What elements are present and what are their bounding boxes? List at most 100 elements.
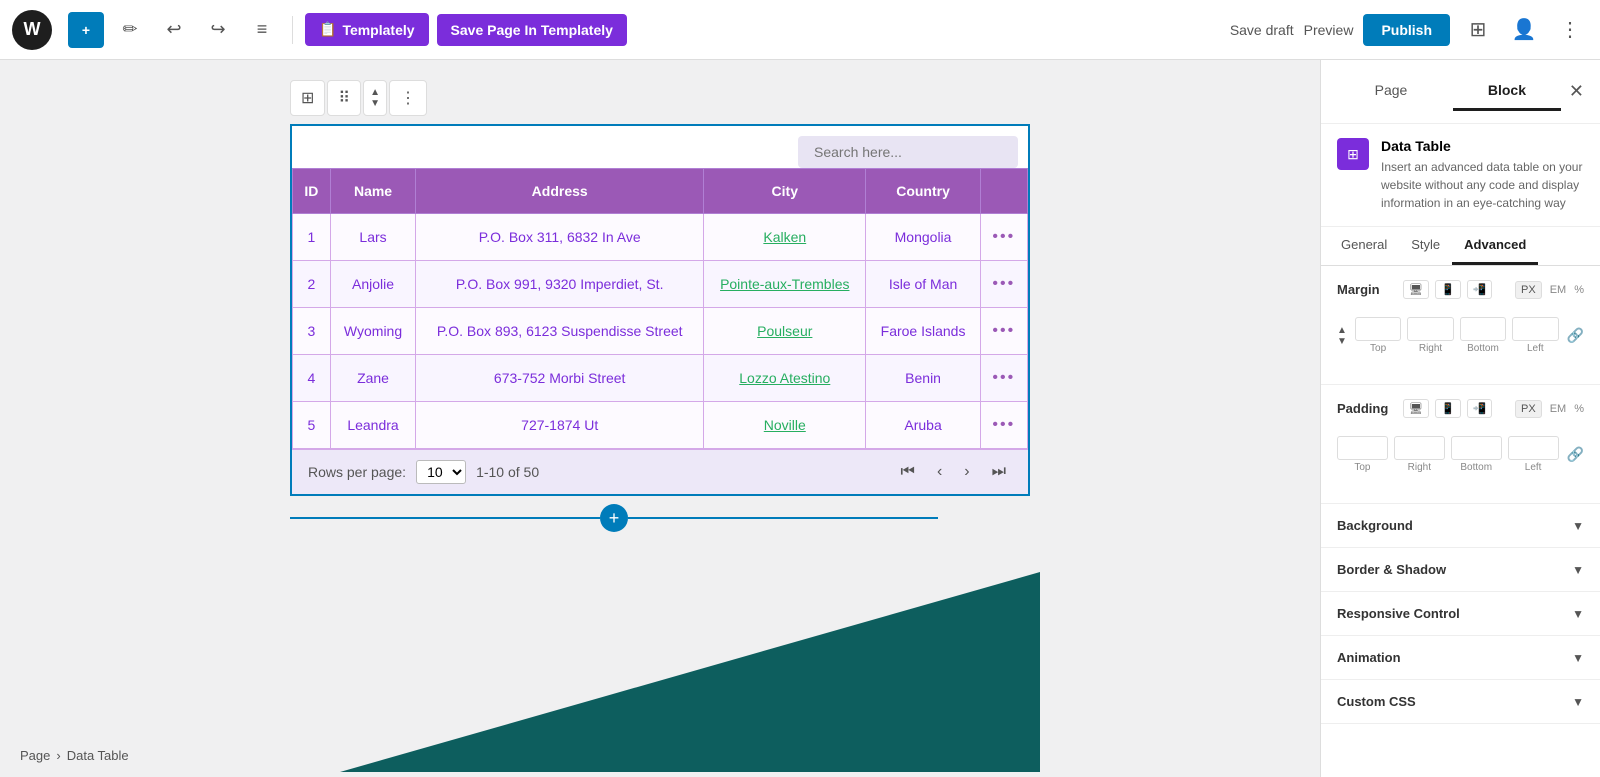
margin-link-icon[interactable]: 🔗 [1567,327,1584,344]
templately-button[interactable]: 📋 Templately [305,13,429,46]
col-header-3: City [704,169,866,214]
padding-right-wrap: Right [1394,436,1445,473]
block-title: Data Table [1381,138,1584,154]
layout-toggle-button[interactable]: ⊞ [1460,12,1496,48]
col-header-0: ID [293,169,331,214]
section-responsive-control: Responsive Control▼ [1321,592,1600,636]
margin-pct-label: % [1574,284,1584,296]
first-page-button[interactable]: ⏮ [895,461,921,483]
section-header-animation[interactable]: Animation▼ [1321,636,1600,679]
wp-logo[interactable]: W [12,10,52,50]
margin-inputs: Top Right Bottom Left [1355,317,1559,354]
padding-right-input[interactable] [1394,436,1445,460]
topbar-right: Save draft Preview Publish ⊞ 👤 ⋮ [1230,12,1588,48]
block-description: Insert an advanced data table on your we… [1381,158,1584,212]
padding-left-wrap: Left [1508,436,1559,473]
col-header-2: Address [416,169,704,214]
padding-px-btn[interactable]: PX [1515,400,1542,418]
add-block-button-bottom[interactable]: + [600,504,628,532]
search-input[interactable] [798,136,1018,168]
margin-desktop-icon[interactable]: 🖥 [1403,280,1429,299]
save-page-templately-button[interactable]: Save Page In Templately [437,14,627,46]
section-custom-css: Custom CSS▼ [1321,680,1600,724]
margin-left-input[interactable] [1512,317,1558,341]
padding-desktop-icon[interactable]: 🖥 [1403,399,1429,418]
user-avatar-button[interactable]: 👤 [1506,12,1542,48]
block-icon: ⊞ [1337,138,1369,170]
padding-bottom-wrap: Bottom [1451,436,1502,473]
padding-mobile-icon[interactable]: 📲 [1467,399,1493,418]
page-tab[interactable]: Page [1337,72,1445,111]
add-block-button[interactable]: + [68,12,104,48]
padding-bottom-input[interactable] [1451,436,1502,460]
padding-left-input[interactable] [1508,436,1559,460]
edit-button[interactable]: ✏ [112,12,148,48]
section-header-background[interactable]: Background ▼ [1321,504,1600,547]
last-page-button[interactable]: ⏭ [986,461,1012,483]
margin-right-label: Right [1419,343,1442,354]
panel-tabs: General Style Advanced [1321,227,1600,266]
undo-button[interactable]: ↩ [156,12,192,48]
table-view-button[interactable]: ⊞ [290,80,325,116]
section-label-animation: Animation [1337,650,1401,665]
next-page-button[interactable]: › [958,461,975,483]
page-info: 1-10 of 50 [476,464,539,480]
move-up-icon: ▲ [370,87,380,98]
padding-section: Padding 🖥 📱 📲 PX EM % Top Right [1321,385,1600,504]
publish-button[interactable]: Publish [1363,14,1450,46]
collapsible-sections: Background ▼ Border & Shadow ▼ Responsive Co… [1321,504,1600,724]
rows-per-page-select[interactable]: 10 25 50 [416,460,466,484]
block-info: ⊞ Data Table Insert an advanced data tab… [1321,124,1600,227]
margin-top-wrap: Top [1355,317,1401,354]
prev-page-button[interactable]: ‹ [931,461,948,483]
preview-button[interactable]: Preview [1304,22,1354,38]
block-options-button[interactable]: ⋮ [389,80,427,116]
redo-button[interactable]: ↪ [200,12,236,48]
sidebar-close-button[interactable]: ✕ [1569,81,1584,102]
breadcrumb-current: Data Table [67,748,129,763]
padding-top-label: Top [1354,462,1370,473]
move-block-button[interactable]: ▲ ▼ [363,80,387,116]
section-label-border-shadow: Border & Shadow [1337,562,1446,577]
padding-em-label: EM [1550,403,1567,415]
chevron-background: ▼ [1572,519,1584,533]
table-header: IDNameAddressCityCountry [293,169,1028,214]
block-tab[interactable]: Block [1453,72,1561,111]
more-options-button[interactable]: ⋮ [1552,12,1588,48]
style-tab[interactable]: Style [1399,227,1452,265]
margin-top-input[interactable] [1355,317,1401,341]
add-line-right [628,517,938,519]
section-header-border-shadow[interactable]: Border & Shadow ▼ [1321,548,1600,591]
drag-handle-button[interactable]: ⠿ [327,80,361,116]
margin-row: Margin 🖥 📱 📲 PX EM % [1337,280,1584,299]
section-header-responsive-control[interactable]: Responsive Control▼ [1321,592,1600,635]
table-row: 1LarsP.O. Box 311, 6832 In AveKalkenMong… [293,214,1028,261]
padding-label: Padding [1337,401,1397,416]
margin-mobile-icon[interactable]: 📲 [1467,280,1493,299]
padding-pct-label: % [1574,403,1584,415]
margin-right-input[interactable] [1407,317,1453,341]
general-tab[interactable]: General [1329,227,1399,265]
save-draft-button[interactable]: Save draft [1230,22,1294,38]
section-header-custom-css[interactable]: Custom CSS▼ [1321,680,1600,723]
section-label-background: Background [1337,518,1413,533]
margin-px-btn[interactable]: PX [1515,281,1542,299]
advanced-tab[interactable]: Advanced [1452,227,1538,265]
chevron-border-shadow: ▼ [1572,563,1584,577]
padding-inputs: Top Right Bottom Left [1337,436,1559,473]
margin-stepper[interactable]: ▲ ▼ [1337,325,1347,347]
triangle-decoration [340,572,1040,772]
padding-link-icon[interactable]: 🔗 [1567,446,1584,463]
padding-top-wrap: Top [1337,436,1388,473]
table-block: IDNameAddressCityCountry 1LarsP.O. Box 3… [290,124,1030,496]
breadcrumb-separator: › [56,748,60,763]
padding-right-label: Right [1408,462,1431,473]
padding-bottom-label: Bottom [1460,462,1492,473]
margin-bottom-input[interactable] [1460,317,1506,341]
padding-tablet-icon[interactable]: 📱 [1435,399,1461,418]
add-block-row: + [290,504,1030,532]
margin-tablet-icon[interactable]: 📱 [1435,280,1461,299]
list-view-button[interactable]: ≡ [244,12,280,48]
padding-top-input[interactable] [1337,436,1388,460]
divider [292,16,293,44]
